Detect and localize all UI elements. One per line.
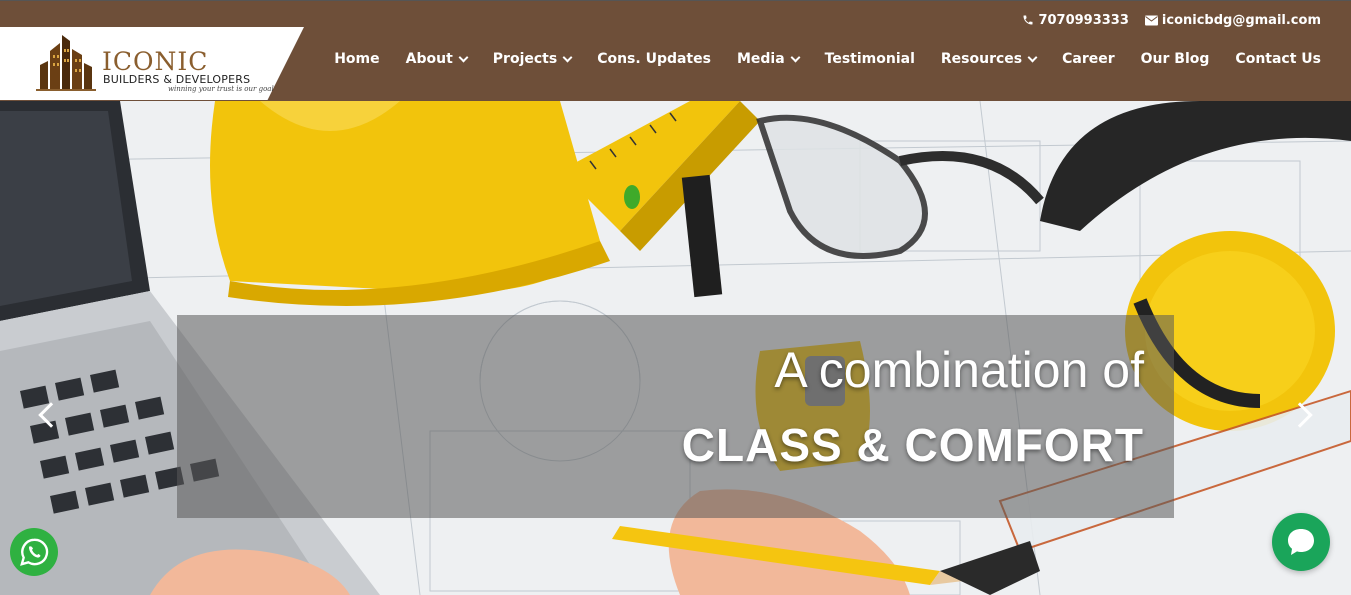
whatsapp-button[interactable] bbox=[10, 528, 58, 576]
site-logo[interactable]: ICONIC BUILDERS & DEVELOPERS winning you… bbox=[0, 27, 304, 100]
chat-bubble-icon bbox=[1288, 529, 1314, 555]
whatsapp-icon bbox=[20, 538, 49, 566]
nav-label: About bbox=[405, 51, 453, 67]
nav-item-projects[interactable]: Projects bbox=[492, 51, 573, 67]
nav-item-media[interactable]: Media bbox=[736, 51, 801, 67]
slide-caption: A combination of CLASS & COMFORT bbox=[177, 315, 1174, 518]
nav-label: Career bbox=[1062, 51, 1115, 67]
nav-item-about[interactable]: About bbox=[405, 51, 469, 67]
nav-item-testimonial[interactable]: Testimonial bbox=[825, 51, 915, 67]
envelope-icon bbox=[1144, 15, 1158, 25]
nav-item-blog[interactable]: Our Blog bbox=[1141, 51, 1210, 67]
slide-heading: A combination of bbox=[774, 342, 1144, 398]
live-chat-button[interactable] bbox=[1272, 513, 1330, 571]
contact-bar: 7070993333 iconicbdg@gmail.com bbox=[1022, 11, 1321, 29]
email-address: iconicbdg@gmail.com bbox=[1161, 12, 1321, 28]
nav-label: Cons. Updates bbox=[597, 51, 711, 67]
nav-label: Testimonial bbox=[824, 51, 915, 67]
hero-slider: A combination of CLASS & COMFORT bbox=[0, 101, 1351, 595]
nav-label: Resources bbox=[940, 51, 1023, 67]
phone-number: 7070993333 bbox=[1038, 12, 1129, 28]
phone-link[interactable]: 7070993333 bbox=[1022, 12, 1129, 28]
logo-tagline: winning your trust is our goal bbox=[168, 85, 274, 93]
chevron-down-icon bbox=[458, 52, 469, 62]
nav-item-contact[interactable]: Contact Us bbox=[1235, 51, 1321, 67]
nav-item-resources[interactable]: Resources bbox=[940, 51, 1038, 67]
site-header: 7070993333 iconicbdg@gmail.com ICONIC BU… bbox=[0, 0, 1351, 101]
nav-item-cons-updates[interactable]: Cons. Updates bbox=[597, 51, 711, 67]
main-nav: Home About Projects Cons. Updates Media … bbox=[334, 48, 1321, 70]
nav-label: Media bbox=[736, 51, 785, 67]
chevron-down-icon bbox=[790, 52, 801, 62]
nav-label: Our Blog bbox=[1140, 51, 1210, 67]
chevron-down-icon bbox=[562, 52, 573, 62]
nav-label: Home bbox=[334, 51, 380, 67]
nav-item-career[interactable]: Career bbox=[1062, 51, 1115, 67]
email-link[interactable]: iconicbdg@gmail.com bbox=[1144, 12, 1321, 28]
slide-subheading: CLASS & COMFORT bbox=[681, 419, 1144, 471]
chevron-down-icon bbox=[1027, 52, 1038, 62]
nav-label: Projects bbox=[492, 51, 558, 67]
building-logo-icon bbox=[36, 35, 96, 91]
nav-label: Contact Us bbox=[1235, 51, 1321, 67]
nav-item-home[interactable]: Home bbox=[334, 51, 379, 67]
phone-icon bbox=[1023, 15, 1033, 25]
logo-title: ICONIC bbox=[102, 47, 209, 76]
